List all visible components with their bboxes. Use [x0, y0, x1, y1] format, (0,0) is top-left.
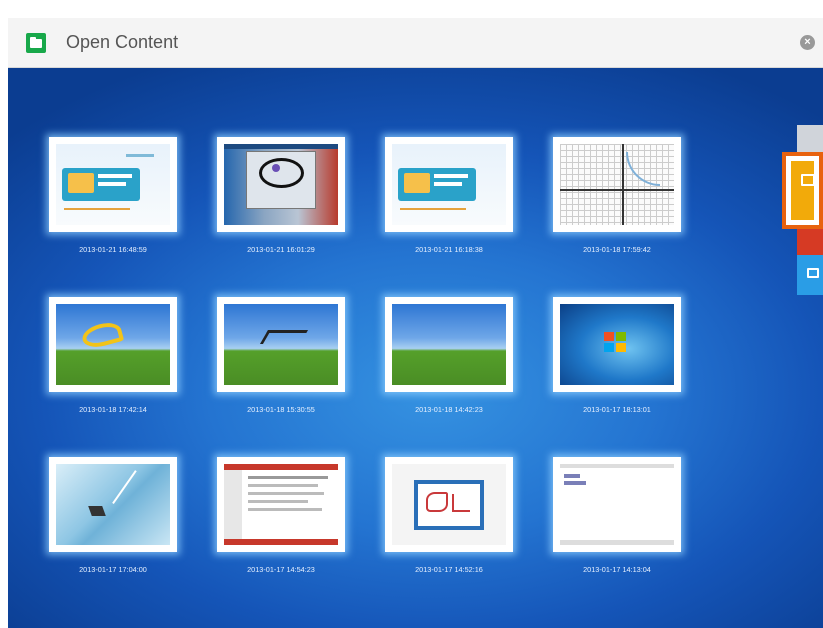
window-title: Open Content — [66, 32, 179, 52]
content-item[interactable]: 2013-01-17 18:13:01 — [553, 297, 681, 427]
open-content-window: Open Content × 2013-01-21 16:48:59 2013-… — [0, 0, 823, 628]
thumbnail-image — [56, 464, 170, 545]
content-date: 2013-01-17 18:13:01 — [583, 405, 651, 414]
content-thumbnail[interactable] — [385, 297, 513, 392]
content-thumbnail[interactable] — [49, 297, 177, 392]
content-thumbnail[interactable] — [217, 297, 345, 392]
content-thumbnail[interactable] — [49, 457, 177, 552]
content-thumbnail[interactable] — [385, 457, 513, 552]
content-item[interactable]: 2013-01-17 14:52:16 — [385, 457, 513, 587]
thumbnail-image — [392, 304, 506, 385]
content-thumbnail[interactable] — [553, 297, 681, 392]
content-item[interactable]: 2013-01-17 14:54:23 — [217, 457, 345, 587]
content-date: 2013-01-21 16:18:38 — [415, 245, 483, 254]
content-thumbnail[interactable] — [553, 137, 681, 232]
close-icon[interactable]: × — [800, 35, 815, 50]
content-item[interactable]: 2013-01-17 17:04:00 — [49, 457, 177, 587]
thumbnail-image — [224, 464, 338, 545]
content-thumbnail[interactable] — [217, 137, 345, 232]
content-item[interactable]: 2013-01-17 14:13:04 — [553, 457, 681, 587]
content-date: 2013-01-18 15:30:55 — [247, 405, 315, 414]
image-icon[interactable] — [797, 255, 823, 295]
title-bar: Open Content × — [8, 18, 823, 68]
content-date: 2013-01-18 17:59:42 — [583, 245, 651, 254]
content-item[interactable]: 2013-01-21 16:18:38 — [385, 137, 513, 267]
content-gallery: 2013-01-21 16:48:59 2013-01-21 16:01:29 — [8, 68, 823, 628]
content-item[interactable]: 2013-01-21 16:48:59 — [49, 137, 177, 267]
content-date: 2013-01-21 16:48:59 — [79, 245, 147, 254]
share-glyph — [801, 174, 815, 186]
content-date: 2013-01-17 17:04:00 — [79, 565, 147, 574]
image-glyph — [807, 268, 819, 278]
content-item[interactable]: 2013-01-21 16:01:29 — [217, 137, 345, 267]
thumbnail-image — [224, 144, 338, 225]
content-date: 2013-01-18 14:42:23 — [415, 405, 483, 414]
content-item[interactable]: 2013-01-18 15:30:55 — [217, 297, 345, 427]
thumbnail-image — [560, 464, 674, 545]
share-button[interactable] — [782, 152, 823, 229]
content-item[interactable]: 2013-01-18 14:42:23 — [385, 297, 513, 427]
content-thumbnail[interactable] — [385, 137, 513, 232]
content-date: 2013-01-18 17:42:14 — [79, 405, 147, 414]
content-date: 2013-01-17 14:52:16 — [415, 565, 483, 574]
content-thumbnail[interactable] — [553, 457, 681, 552]
thumbnail-image — [392, 144, 506, 225]
content-date: 2013-01-17 14:13:04 — [583, 565, 651, 574]
content-date: 2013-01-17 14:54:23 — [247, 565, 315, 574]
thumbnail-image — [56, 144, 170, 225]
folder-app-icon — [26, 32, 46, 53]
content-thumbnail[interactable] — [49, 137, 177, 232]
thumbnail-image — [560, 144, 674, 225]
share-icon — [791, 161, 815, 220]
thumbnail-image — [56, 304, 170, 385]
content-item[interactable]: 2013-01-18 17:42:14 — [49, 297, 177, 427]
thumbnail-image — [392, 464, 506, 545]
thumbnail-image — [224, 304, 338, 385]
content-thumbnail[interactable] — [217, 457, 345, 552]
content-item[interactable]: 2013-01-18 17:59:42 — [553, 137, 681, 267]
content-date: 2013-01-21 16:01:29 — [247, 245, 315, 254]
thumbnail-image — [560, 304, 674, 385]
